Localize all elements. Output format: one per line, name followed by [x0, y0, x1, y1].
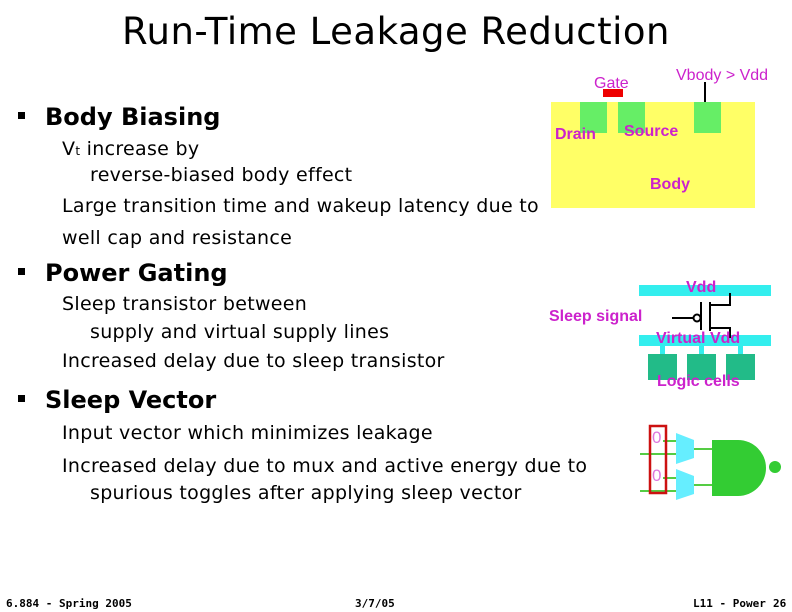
footer-page-number: 26	[773, 597, 787, 610]
virtual-vdd-label: Virtual Vdd	[656, 330, 741, 347]
nand-bubble-icon	[769, 461, 781, 473]
mux-icon	[676, 433, 694, 464]
vbody-label: Vbody > Vdd	[676, 67, 769, 84]
mux-icon	[676, 469, 694, 500]
vdd-label: Vdd	[686, 279, 717, 296]
vector-bit: 0	[652, 466, 662, 485]
sleep-signal-label: Sleep signal	[549, 308, 643, 325]
diagrams-canvas	[551, 82, 781, 500]
drain-label: Drain	[555, 126, 596, 143]
footer-course: 6.884 - Spring 2005	[6, 597, 132, 610]
footer-lecture: L11 - Power	[693, 597, 766, 610]
gate-label: Gate	[594, 75, 629, 92]
vector-bit: 0	[652, 428, 662, 447]
logic-cells-label: Logic cells	[657, 373, 740, 390]
nand-gate-icon	[712, 440, 766, 496]
body-contact	[694, 102, 721, 133]
body-label: Body	[650, 176, 690, 193]
footer-date: 3/7/05	[355, 597, 395, 610]
source-label: Source	[624, 123, 679, 140]
